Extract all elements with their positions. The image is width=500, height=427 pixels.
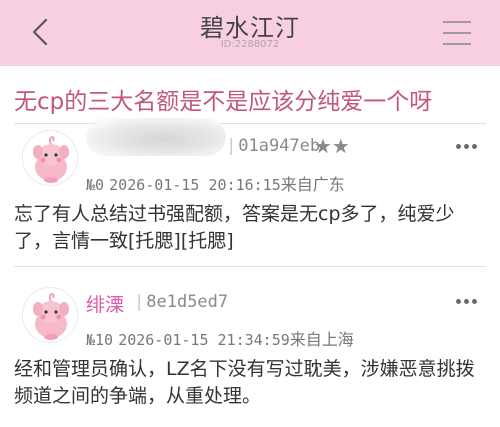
more-dot: [464, 144, 469, 149]
more-dot: [472, 144, 477, 149]
avatar[interactable]: [22, 287, 78, 343]
post-datetime: 2026-01-15 20:16:15: [109, 176, 281, 194]
pink-creature-avatar-icon: [33, 136, 69, 183]
user-hash-text: 8e1d5ed7: [146, 292, 229, 312]
pink-creature-avatar-icon: [33, 293, 69, 340]
more-dot: [472, 299, 477, 304]
divider: [14, 266, 486, 267]
user-hash[interactable]: | 01a947eb: [226, 136, 320, 156]
hamburger-menu-icon: [443, 21, 471, 45]
page-title: 碧水江汀: [200, 14, 300, 42]
more-options-button[interactable]: [454, 139, 480, 155]
user-rating-stars: ★★: [314, 134, 350, 158]
more-horizontal-icon: [456, 144, 461, 149]
separator: |: [134, 292, 145, 312]
username-redacted: [86, 118, 226, 156]
user-hash-text: 01a947eb: [238, 136, 321, 156]
post-body: 忘了有人总结过书强配额，答案是无cp多了，纯爱少了，言情一致[托腮][托腮]: [14, 203, 455, 252]
avatar[interactable]: [22, 130, 78, 186]
more-horizontal-icon: [456, 299, 461, 304]
post-meta: №10 2026-01-15 21:34:59来自上海: [86, 326, 354, 350]
post-body: 经和管理员确认，LZ名下没有写过耽美，涉嫌恶意挑拨频道之间的争端，从重处理。: [14, 358, 475, 407]
post-datetime: 2026-01-15 21:34:59: [118, 331, 290, 349]
menu-button[interactable]: [438, 16, 478, 50]
floor-number: №10: [86, 331, 114, 349]
more-dot: [464, 299, 469, 304]
thread-title: 无cp的三大名额是不是应该分纯爱一个呀: [14, 89, 433, 115]
post-location: 来自广东: [280, 175, 345, 194]
username[interactable]: 绯溧: [86, 290, 124, 317]
divider: [14, 123, 486, 124]
user-hash[interactable]: | 8e1d5ed7: [134, 292, 228, 312]
board-id: ID:2288072: [220, 39, 280, 50]
top-nav-bar: 碧水江汀 ID:2288072: [0, 0, 500, 66]
post-meta: №0 2026-01-15 20:16:15来自广东: [86, 171, 345, 195]
separator: |: [226, 136, 237, 156]
more-options-button[interactable]: [454, 294, 480, 310]
floor-number: №0: [86, 176, 105, 194]
post-location: 来自上海: [289, 330, 354, 349]
